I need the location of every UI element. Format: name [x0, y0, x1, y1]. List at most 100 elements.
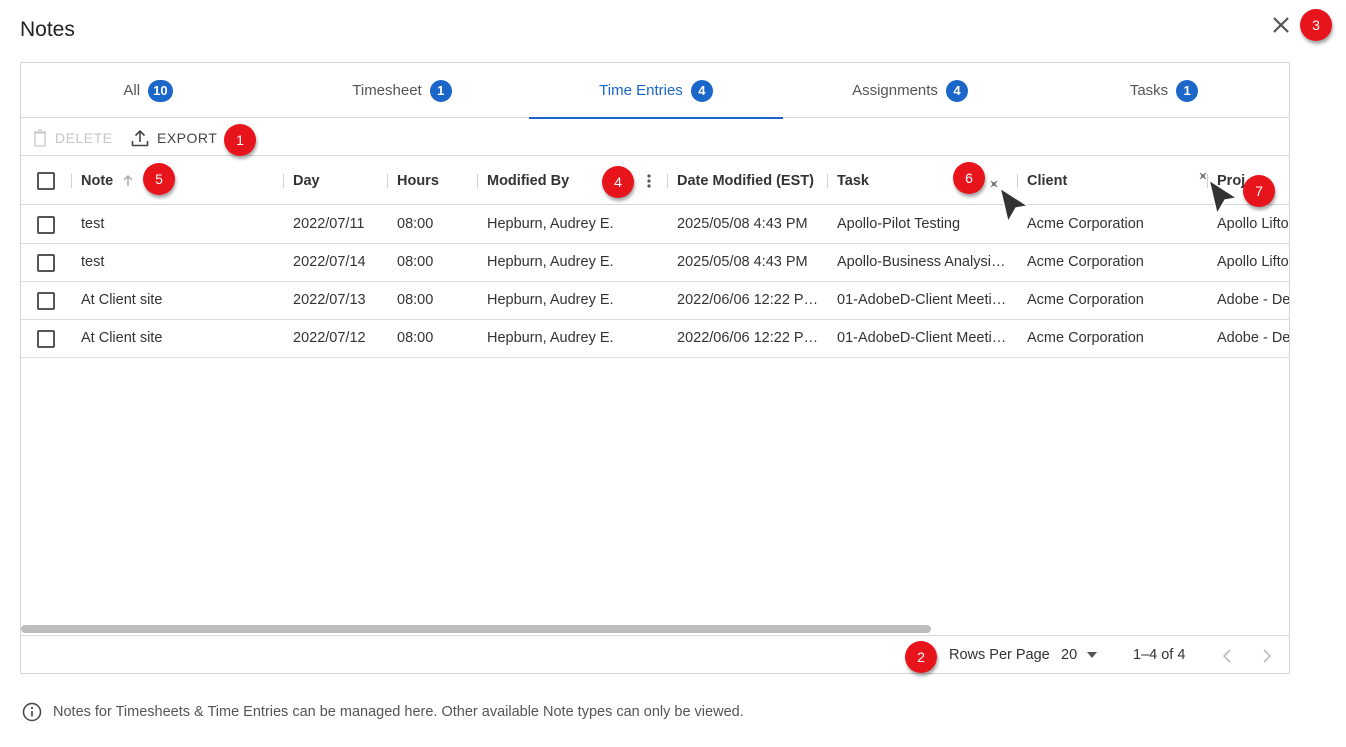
cell-modified-by: Hepburn, Audrey E. [487, 330, 614, 346]
cell-hours: 08:00 [397, 254, 434, 270]
pagination-range: 1–4 of 4 [1133, 647, 1186, 663]
delete-label: DELETE [55, 129, 113, 146]
column-header-label: Date Modified (EST) [677, 173, 814, 189]
tab-label: Tasks [1129, 82, 1169, 99]
column-header-label: Client [1027, 173, 1068, 189]
tab-all[interactable]: All 10 [21, 63, 275, 118]
cell-modified-by: Hepburn, Audrey E. [487, 216, 614, 232]
annotation-marker: 6 [953, 162, 985, 194]
delete-button[interactable]: DELETE [33, 119, 112, 156]
cell-hours: 08:00 [397, 330, 434, 346]
cell-hours: 08:00 [397, 292, 434, 308]
select-all-checkbox[interactable] [37, 172, 55, 190]
tab-label: All [123, 82, 141, 99]
annotation-marker: 5 [143, 163, 175, 195]
cell-client: Acme Corporation [1027, 292, 1144, 308]
annotation-marker: 1 [224, 124, 256, 156]
tab-label: Time Entries [599, 82, 683, 99]
horizontal-scrollbar[interactable] [21, 625, 931, 633]
close-icon [1273, 17, 1289, 33]
grid-header: Note Day Hours Modified By Date Modified… [21, 157, 1289, 205]
cell-day: 2022/07/12 [293, 330, 366, 346]
info-note: Notes for Timesheets & Time Entries can … [22, 701, 744, 723]
column-header-client[interactable]: Client [1027, 157, 1067, 205]
column-header-label: Note [81, 173, 114, 189]
cell-client: Acme Corporation [1027, 330, 1144, 346]
tab-count-badge: 4 [945, 79, 968, 102]
cell-project: Adobe - Dev [1217, 330, 1289, 346]
rows-per-page-label: Rows Per Page [949, 647, 1050, 663]
column-separator [477, 174, 478, 188]
column-header-label: Task [837, 173, 869, 189]
export-label: EXPORT [157, 129, 218, 146]
column-header-label: Hours [397, 173, 439, 189]
tab-timesheet[interactable]: Timesheet 1 [275, 63, 529, 118]
column-header-day[interactable]: Day [293, 157, 320, 205]
cell-client: Acme Corporation [1027, 216, 1144, 232]
column-header-label: Modified By [487, 173, 570, 189]
column-header-note[interactable]: Note [81, 157, 135, 205]
column-separator [827, 174, 828, 188]
cell-modified-by: Hepburn, Audrey E. [487, 254, 614, 270]
column-menu-icon[interactable] [646, 173, 652, 189]
column-header-label: Day [293, 173, 320, 189]
grid-toolbar: DELETE EXPORT [21, 119, 1289, 156]
tab-time-entries[interactable]: Time Entries 4 [529, 63, 783, 119]
annotation-marker: 2 [905, 641, 937, 673]
cell-note: At Client site [81, 330, 163, 346]
cell-client: Acme Corporation [1027, 254, 1144, 270]
cell-date-modified: 2025/05/08 4:43 PM [677, 254, 808, 270]
cell-note: test [81, 254, 105, 270]
column-header-date-modified[interactable]: Date Modified (EST) [677, 157, 814, 205]
cell-note: At Client site [81, 292, 163, 308]
cell-task: Apollo-Pilot Testing [837, 216, 961, 232]
cell-note: test [81, 216, 105, 232]
next-page-icon[interactable] [1262, 649, 1272, 663]
tab-bar: All 10 Timesheet 1 Time Entries 4 Assign… [21, 63, 1289, 119]
info-note-text: Notes for Timesheets & Time Entries can … [53, 704, 744, 720]
cell-date-modified: 2025/05/08 4:43 PM [677, 216, 808, 232]
column-header-task[interactable]: Task [837, 157, 869, 205]
cell-date-modified: 2022/06/06 12:22 P… [677, 330, 819, 346]
upload-icon [131, 129, 149, 146]
cell-task: 01-AdobeD-Client Meeti… [837, 292, 1007, 308]
cell-modified-by: Hepburn, Audrey E. [487, 292, 614, 308]
pagination-bar: Rows Per Page 20 1–4 of 4 [21, 635, 1289, 673]
column-header-modified-by[interactable]: Modified By [487, 157, 569, 205]
row-checkbox[interactable] [37, 292, 55, 310]
tab-label: Timesheet [352, 82, 422, 99]
tab-label: Assignments [852, 82, 938, 99]
previous-page-icon[interactable] [1222, 649, 1232, 663]
cell-date-modified: 2022/06/06 12:22 P… [677, 292, 819, 308]
tab-count-badge: 1 [1176, 79, 1199, 102]
table-row[interactable]: test 2022/07/14 08:00 Hepburn, Audrey E.… [21, 244, 1289, 282]
row-checkbox[interactable] [37, 216, 55, 234]
tab-tasks[interactable]: Tasks 1 [1037, 63, 1289, 118]
cell-day: 2022/07/14 [293, 254, 366, 270]
annotation-marker: 3 [1300, 9, 1332, 41]
cursor-icon [990, 180, 1030, 220]
cell-hours: 08:00 [397, 216, 434, 232]
info-icon [22, 702, 42, 722]
rows-per-page-select[interactable]: 20 [1061, 636, 1098, 673]
cell-day: 2022/07/13 [293, 292, 366, 308]
sort-ascending-icon[interactable] [121, 174, 135, 188]
cell-task: 01-AdobeD-Client Meeti… [837, 330, 1007, 346]
cell-day: 2022/07/11 [293, 216, 365, 232]
tab-assignments[interactable]: Assignments 4 [783, 63, 1037, 118]
column-separator [71, 174, 72, 188]
table-row[interactable]: At Client site 2022/07/13 08:00 Hepburn,… [21, 282, 1289, 320]
row-checkbox[interactable] [37, 254, 55, 272]
column-separator [387, 174, 388, 188]
export-button[interactable]: EXPORT [131, 119, 217, 156]
row-checkbox[interactable] [37, 330, 55, 348]
table-row[interactable]: test 2022/07/11 08:00 Hepburn, Audrey E.… [21, 206, 1289, 244]
table-row[interactable]: At Client site 2022/07/12 08:00 Hepburn,… [21, 320, 1289, 358]
tab-count-badge: 10 [148, 79, 173, 102]
column-header-hours[interactable]: Hours [397, 157, 439, 205]
close-button[interactable] [1268, 12, 1294, 38]
dialog-title: Notes [20, 18, 75, 41]
rows-per-page-value: 20 [1061, 647, 1078, 663]
tab-count-badge: 4 [690, 79, 713, 102]
column-separator [283, 174, 284, 188]
